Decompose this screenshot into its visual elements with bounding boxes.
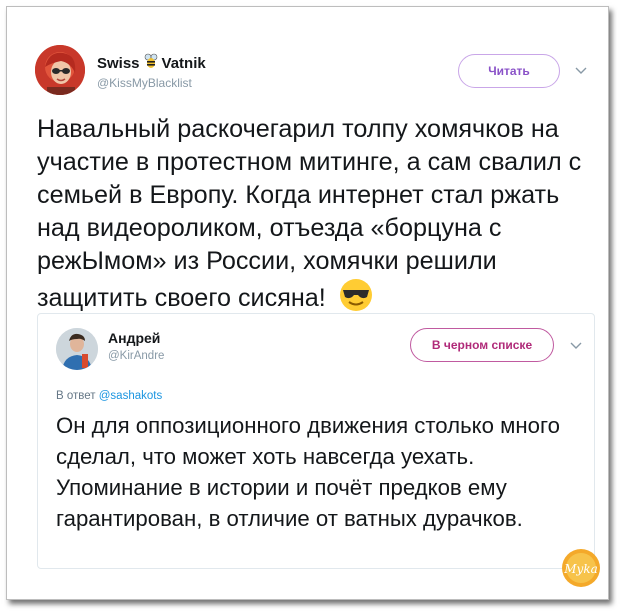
bee-icon	[144, 53, 158, 73]
tweet-text: Навальный раскочегарил толпу хомячков на…	[37, 113, 597, 321]
quoted-user-avatar[interactable]	[56, 328, 98, 370]
user-handle[interactable]: @KissMyBlacklist	[97, 76, 192, 90]
user-avatar[interactable]	[35, 45, 85, 95]
display-name-first: Swiss	[97, 54, 140, 72]
reply-context: В ответ @sashakots	[56, 390, 162, 402]
display-name-second: Vatnik	[161, 54, 206, 72]
quoted-display-name[interactable]: Андрей	[108, 330, 160, 346]
watermark-logo: Мyka	[561, 548, 601, 588]
follow-button[interactable]: Читать	[458, 54, 560, 88]
tweet-body: Навальный раскочегарил толпу хомячков на…	[37, 115, 582, 313]
quoted-tweet-text: Он для оппозиционного движения столько м…	[56, 413, 560, 531]
reply-prefix: В ответ	[56, 390, 96, 402]
blocked-button[interactable]: В черном списке	[410, 328, 554, 362]
display-name[interactable]: Swiss Vatnik	[97, 53, 206, 73]
chevron-down-icon[interactable]	[573, 63, 589, 79]
quoted-chevron-down-icon[interactable]	[568, 338, 584, 354]
quoted-user-handle[interactable]: @KirAndre	[108, 350, 164, 362]
reply-to-link[interactable]: @sashakots	[99, 390, 162, 402]
quoted-tweet[interactable]: Андрей @KirAndre В черном списке В ответ…	[37, 313, 595, 569]
watermark-text: Мyka	[563, 562, 598, 576]
tweet-card: Swiss Vatnik @KissMyBlacklist Читать Нав…	[6, 6, 609, 600]
